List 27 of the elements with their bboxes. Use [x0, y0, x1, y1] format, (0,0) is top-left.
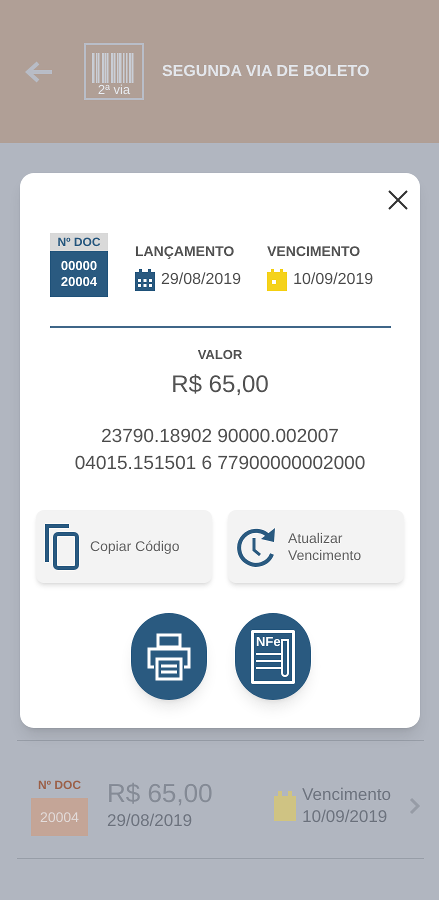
date-label: LANÇAMENTO — [135, 242, 236, 261]
header-title: SEGUNDA VIA DE BOLETO — [162, 62, 370, 82]
update-due-date-button[interactable]: Atualizar Vencimento — [228, 510, 404, 583]
logo-text: 2ª via — [98, 83, 130, 97]
due-label: Vencimento — [302, 784, 391, 806]
date-label: VENCIMENTO — [267, 242, 362, 261]
close-icon[interactable] — [388, 190, 408, 210]
doc-label: Nº DOC — [38, 777, 82, 794]
calendar-icon — [274, 791, 296, 821]
date-value: 29/08/2019 — [161, 270, 242, 290]
doc-number: 20004 — [31, 798, 88, 836]
copy-icon — [44, 522, 80, 570]
amount: R$ 65,00 — [171, 370, 269, 400]
barcode-number: 23790.18902 90000.002007 — [101, 424, 339, 448]
printer-icon — [146, 632, 192, 680]
invoice-button[interactable]: NFe — [235, 613, 311, 700]
due-date: 10/09/2019 — [302, 806, 388, 828]
date-value: 10/09/2019 — [293, 270, 374, 290]
doc-number: 20004 — [60, 274, 98, 290]
doc-label: Nº DOC — [50, 233, 108, 251]
value-label: VALOR — [198, 346, 242, 364]
date: 29/08/2019 — [107, 810, 194, 832]
doc-number: 00000 — [60, 258, 98, 274]
barcode-number: 04015.151501 6 77900000002000 — [74, 452, 366, 476]
copy-code-button[interactable]: Copiar Código — [36, 510, 212, 583]
invoice-icon: NFe — [251, 630, 295, 684]
barcode-icon — [92, 53, 136, 83]
